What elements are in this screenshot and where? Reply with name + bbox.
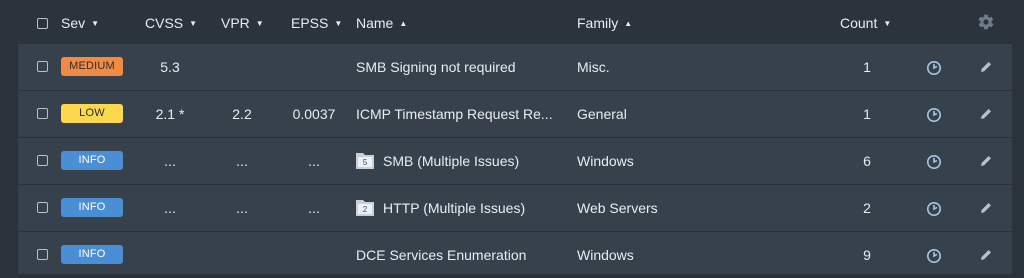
sort-indicator-icon: ▼: [189, 19, 198, 28]
row-checkbox[interactable]: [37, 202, 48, 213]
column-label: Family: [577, 15, 619, 31]
severity-badge: LOW: [61, 104, 123, 123]
folder-icon: 2: [356, 200, 374, 216]
sort-indicator-icon: ▼: [255, 19, 264, 28]
epss-value: ...: [308, 200, 320, 216]
vulnerabilities-table: Sev ▼ CVSS ▼ VPR ▼ EPSS ▼ Name ▲ Family ▲ Coun…: [18, 4, 1012, 274]
clock-icon[interactable]: [926, 107, 942, 123]
severity-badge: INFO: [61, 198, 123, 217]
row-checkbox[interactable]: [37, 61, 48, 72]
plugin-name[interactable]: SMB Signing not required: [356, 59, 516, 75]
column-label: VPR: [221, 15, 250, 31]
host-count: 1: [863, 59, 871, 75]
vpr-value: ...: [236, 153, 248, 169]
plugin-name[interactable]: DCE Services Enumeration: [356, 247, 526, 263]
column-header-sev[interactable]: Sev ▼: [61, 15, 99, 31]
plugin-name[interactable]: HTTP (Multiple Issues): [383, 200, 525, 216]
column-label: Count: [840, 15, 878, 31]
pencil-icon[interactable]: [979, 154, 993, 168]
table-header: Sev ▼ CVSS ▼ VPR ▼ EPSS ▼ Name ▲ Family ▲ Coun…: [18, 4, 1012, 43]
sort-indicator-icon: ▼: [883, 19, 892, 28]
column-label: EPSS: [291, 15, 329, 31]
plugin-name[interactable]: ICMP Timestamp Request Re...: [356, 106, 553, 122]
clock-icon[interactable]: [926, 154, 942, 170]
sort-indicator-icon: ▲: [624, 19, 633, 28]
column-label: Sev: [61, 15, 86, 31]
column-header-cvss[interactable]: CVSS ▼: [145, 15, 197, 31]
clock-icon[interactable]: [926, 248, 942, 264]
cvss-value: 5.3: [160, 59, 180, 75]
clock-icon[interactable]: [926, 201, 942, 217]
column-header-epss[interactable]: EPSS ▼: [291, 15, 342, 31]
plugin-family: Windows: [577, 247, 634, 263]
folder-count: 5: [363, 158, 368, 167]
cvss-value: ...: [164, 200, 176, 216]
column-header-count[interactable]: Count ▼: [840, 15, 891, 31]
pencil-icon[interactable]: [979, 107, 993, 121]
row-checkbox[interactable]: [37, 108, 48, 119]
row-checkbox[interactable]: [37, 155, 48, 166]
sort-indicator-icon: ▼: [334, 19, 343, 28]
host-count: 9: [863, 247, 871, 263]
host-count: 2: [863, 200, 871, 216]
host-count: 6: [863, 153, 871, 169]
epss-value: 0.0037: [292, 106, 336, 122]
column-header-name[interactable]: Name ▲: [356, 15, 407, 31]
sort-indicator-icon: ▼: [91, 19, 100, 28]
severity-badge: MEDIUM: [61, 57, 123, 76]
table-row[interactable]: LOW 2.1 * 2.2 0.0037 ICMP Timestamp Requ…: [18, 90, 1012, 137]
row-checkbox[interactable]: [37, 249, 48, 260]
pencil-icon[interactable]: [979, 248, 993, 262]
folder-icon: 5: [356, 153, 374, 169]
folder-count: 2: [363, 205, 368, 214]
plugin-family: Windows: [577, 153, 634, 169]
severity-badge: INFO: [61, 245, 123, 264]
table-row[interactable]: INFO ... ... ... 2 HTTP (Multiple Issues…: [18, 184, 1012, 231]
column-header-vpr[interactable]: VPR ▼: [221, 15, 264, 31]
gear-icon[interactable]: [977, 13, 995, 31]
epss-value: ...: [308, 153, 320, 169]
plugin-family: General: [577, 106, 627, 122]
pencil-icon[interactable]: [979, 60, 993, 74]
column-header-family[interactable]: Family ▲: [577, 15, 632, 31]
cvss-value: ...: [164, 153, 176, 169]
vpr-value: 2.2: [232, 106, 252, 122]
table-row[interactable]: INFO ... ... ... 5 SMB (Multiple Issues)…: [18, 137, 1012, 184]
plugin-name[interactable]: SMB (Multiple Issues): [383, 153, 519, 169]
severity-badge: INFO: [61, 151, 123, 170]
table-row[interactable]: INFO DCE Services Enumeration Windows 9: [18, 231, 1012, 278]
column-label: CVSS: [145, 15, 184, 31]
select-all-checkbox[interactable]: [37, 18, 48, 29]
column-label: Name: [356, 15, 394, 31]
pencil-icon[interactable]: [979, 201, 993, 215]
cvss-value: 2.1 *: [155, 106, 185, 122]
vpr-value: ...: [236, 200, 248, 216]
plugin-family: Web Servers: [577, 200, 658, 216]
sort-indicator-icon: ▲: [399, 19, 408, 28]
table-row[interactable]: MEDIUM 5.3 SMB Signing not required Misc…: [18, 43, 1012, 90]
host-count: 1: [863, 106, 871, 122]
plugin-family: Misc.: [577, 59, 610, 75]
clock-icon[interactable]: [926, 60, 942, 76]
